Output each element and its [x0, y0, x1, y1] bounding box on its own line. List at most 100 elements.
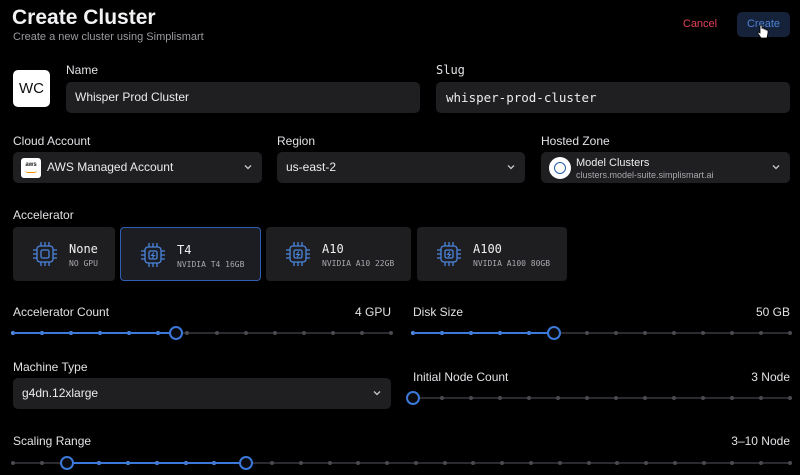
slider-tick	[272, 331, 277, 335]
accelerator-option-name: T4	[177, 243, 192, 257]
hosted-zone-select[interactable]: Model Clusters clusters.model-suite.simp…	[541, 152, 790, 183]
slider-tick	[730, 461, 735, 465]
slug-label: Slug	[436, 63, 465, 77]
accelerator-option-desc: NVIDIA A100 80GB	[473, 259, 551, 268]
scaling-range-value: 3–10 Node	[731, 434, 790, 448]
slider-thumb-low[interactable]	[60, 456, 75, 470]
machine-type-value: g4dn.12xlarge	[22, 386, 99, 400]
machine-type-select[interactable]: g4dn.12xlarge	[13, 378, 391, 409]
slider-tick	[585, 331, 589, 335]
slider-tick	[527, 396, 531, 400]
slider-tick	[643, 396, 647, 400]
slider-tick	[557, 461, 562, 465]
slider-tick	[788, 331, 792, 335]
globe-icon	[549, 157, 571, 179]
region-value: us-east-2	[286, 160, 337, 174]
disk-size-value: 50 GB	[755, 305, 790, 319]
slider-tick	[185, 331, 190, 335]
hosted-zone-domain: clusters.model-suite.simplismart.ai	[576, 170, 714, 180]
slider-tick	[529, 461, 533, 465]
region-label: Region	[277, 134, 316, 148]
slider-tick	[788, 396, 792, 400]
initial-node-count-label: Initial Node Count	[413, 370, 509, 384]
slider-tick	[471, 461, 476, 465]
cloud-account-select[interactable]: aws AWS Managed Account	[13, 152, 262, 183]
slider-tick	[672, 331, 676, 335]
hosted-zone-name: Model Clusters	[576, 157, 650, 169]
accelerator-option-desc: NVIDIA T4 16GB	[177, 260, 245, 269]
disk-size-slider[interactable]	[411, 326, 792, 340]
slider-tick	[788, 461, 792, 465]
name-label: Name	[66, 63, 99, 77]
slider-tick	[301, 331, 306, 335]
chevron-down-icon	[373, 391, 381, 396]
scaling-range-label: Scaling Range	[13, 434, 92, 448]
cancel-button[interactable]: Cancel	[676, 12, 724, 36]
page-subtitle: Create a new cluster using Simplismart	[13, 31, 204, 43]
slider-tick	[359, 331, 364, 335]
slider-tick	[298, 461, 303, 465]
slider-tick	[327, 461, 332, 465]
accelerator-count-value: 4 GPU	[354, 305, 391, 319]
accelerator-option-t4[interactable]: T4 NVIDIA T4 16GB	[120, 227, 261, 281]
slider-tick	[615, 461, 620, 465]
aws-logo: aws	[21, 158, 41, 178]
slider-tick	[759, 396, 763, 400]
slider-tick	[614, 331, 618, 335]
accelerator-option-name: A100	[473, 242, 502, 256]
accelerator-option-none[interactable]: None NO GPU	[13, 227, 115, 281]
slider-tick	[440, 396, 444, 400]
slider-thumb[interactable]	[168, 326, 183, 340]
slider-tick	[356, 461, 361, 465]
accelerator-option-desc: NO GPU	[69, 259, 98, 268]
slider-thumb[interactable]	[547, 326, 562, 340]
accelerator-option-name: A10	[322, 242, 344, 256]
chevron-down-icon	[244, 165, 252, 170]
slider-fill	[413, 332, 555, 334]
slider-tick	[672, 461, 677, 465]
aws-logo-text: aws	[25, 162, 37, 168]
hand-cursor-icon	[757, 25, 769, 39]
slider-tick	[585, 396, 589, 400]
accelerator-option-name: None	[69, 242, 98, 256]
slug-input-value: whisper-prod-cluster	[446, 90, 597, 105]
initial-node-count-slider[interactable]	[406, 391, 792, 405]
slider-thumb-high[interactable]	[239, 456, 254, 470]
slider-tick	[730, 396, 734, 400]
slider-fill	[67, 462, 247, 464]
slider-tick	[39, 461, 44, 465]
slider-tick	[644, 461, 649, 465]
slider-thumb[interactable]	[406, 391, 420, 405]
slider-tick	[330, 331, 335, 335]
accelerator-count-label: Accelerator Count	[13, 305, 110, 319]
accelerator-option-desc: NVIDIA A10 22GB	[322, 259, 395, 268]
slider-tick	[614, 396, 618, 400]
initial-node-count-value: 3 Node	[751, 370, 790, 384]
scaling-range-slider[interactable]	[11, 456, 792, 470]
slider-tick	[214, 331, 219, 335]
slider-tick	[243, 331, 248, 335]
name-input[interactable]: Whisper Prod Cluster	[66, 82, 420, 113]
slider-tick	[730, 331, 734, 335]
slider-tick	[11, 461, 15, 465]
slider-tick	[498, 396, 502, 400]
accelerator-count-slider[interactable]	[11, 326, 393, 340]
hosted-zone-label: Hosted Zone	[541, 134, 610, 148]
page-title: Create Cluster	[12, 6, 156, 29]
gpu-chip-icon	[286, 242, 310, 266]
slider-tick	[556, 396, 560, 400]
chip-icon	[33, 242, 57, 266]
slider-fill	[13, 332, 176, 334]
region-select[interactable]: us-east-2	[277, 152, 525, 183]
slider-tick	[469, 396, 473, 400]
slider-tick	[270, 461, 274, 465]
slider-tick	[586, 461, 591, 465]
accelerator-option-a10[interactable]: A10 NVIDIA A10 22GB	[266, 227, 411, 281]
disk-size-label: Disk Size	[413, 305, 464, 319]
accelerator-option-a100[interactable]: A100 NVIDIA A100 80GB	[417, 227, 567, 281]
slug-input[interactable]: whisper-prod-cluster	[436, 82, 790, 113]
slider-tick	[442, 461, 447, 465]
machine-type-label: Machine Type	[13, 360, 88, 374]
slider-tick	[672, 396, 676, 400]
accelerator-label: Accelerator	[13, 208, 74, 222]
